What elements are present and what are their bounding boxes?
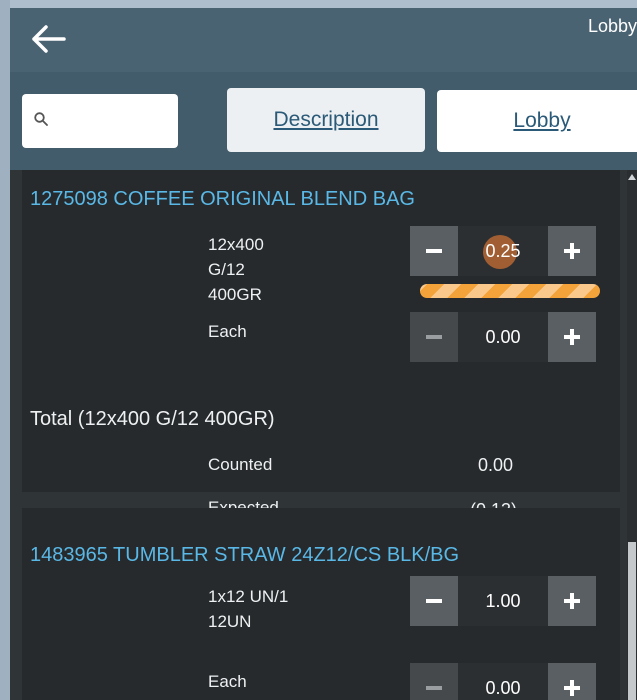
quantity-input[interactable]: 1.00 [458, 576, 548, 626]
decrement-button[interactable] [410, 663, 458, 700]
pack-line: 1x12 UN/1 [208, 587, 289, 606]
pack-line: 400GR [208, 285, 262, 304]
counted-label: Counted [208, 455, 273, 474]
search-icon [34, 112, 48, 126]
app-header: Lobby [10, 8, 637, 72]
scroll-up-icon[interactable] [628, 174, 636, 180]
scrollbar-thumb[interactable] [628, 542, 636, 700]
each-label: Each [208, 672, 247, 691]
each-quantity-stepper[interactable]: 0.00 [410, 312, 596, 362]
pack-line: 12x400 [208, 235, 264, 254]
count-item-list: 1275098 COFFEE ORIGINAL BLEND BAG 12x400… [10, 170, 637, 700]
decrement-button[interactable] [410, 312, 458, 362]
case-quantity-stepper[interactable]: 0.25 [410, 226, 596, 276]
item-pack-description: 12x400 G/12 400GR [208, 232, 264, 307]
header-title: Lobby [587, 16, 637, 36]
toolbar: Description Lobby [10, 72, 637, 170]
case-progress-bar [420, 284, 600, 298]
window-left-edge [0, 0, 10, 700]
each-quantity-stepper[interactable]: 0.00 [410, 663, 596, 700]
item-card: 1275098 COFFEE ORIGINAL BLEND BAG 12x400… [22, 170, 620, 492]
increment-button[interactable] [548, 576, 596, 626]
item-title: 1483965 TUMBLER STRAW 24Z12/CS BLK/BG [30, 544, 460, 566]
each-label: Each [208, 322, 247, 341]
back-button[interactable] [28, 22, 68, 56]
description-sort-button[interactable]: Description [227, 88, 425, 152]
increment-button[interactable] [548, 226, 596, 276]
lobby-location-button[interactable]: Lobby [437, 90, 637, 152]
decrement-button[interactable] [410, 576, 458, 626]
case-quantity-stepper[interactable]: 1.00 [410, 576, 596, 626]
search-input[interactable] [22, 94, 178, 148]
total-label: Total (12x400 G/12 400GR) [30, 408, 275, 430]
item-title: 1275098 COFFEE ORIGINAL BLEND BAG [30, 188, 415, 210]
decrement-button[interactable] [410, 226, 458, 276]
vertical-scrollbar[interactable] [627, 170, 637, 700]
arrow-left-icon [32, 25, 66, 53]
quantity-input[interactable]: 0.00 [458, 663, 548, 700]
increment-button[interactable] [548, 663, 596, 700]
pack-line: 12UN [208, 612, 252, 631]
quantity-input[interactable]: 0.25 [458, 226, 548, 276]
increment-button[interactable] [548, 312, 596, 362]
quantity-input[interactable]: 0.00 [458, 312, 548, 362]
item-pack-description: 1x12 UN/1 12UN [208, 584, 288, 634]
pack-line: G/12 [208, 260, 245, 279]
item-card: 1483965 TUMBLER STRAW 24Z12/CS BLK/BG 1x… [22, 508, 620, 700]
window-top-edge [0, 0, 637, 8]
counted-value: 0.00 [478, 455, 514, 475]
